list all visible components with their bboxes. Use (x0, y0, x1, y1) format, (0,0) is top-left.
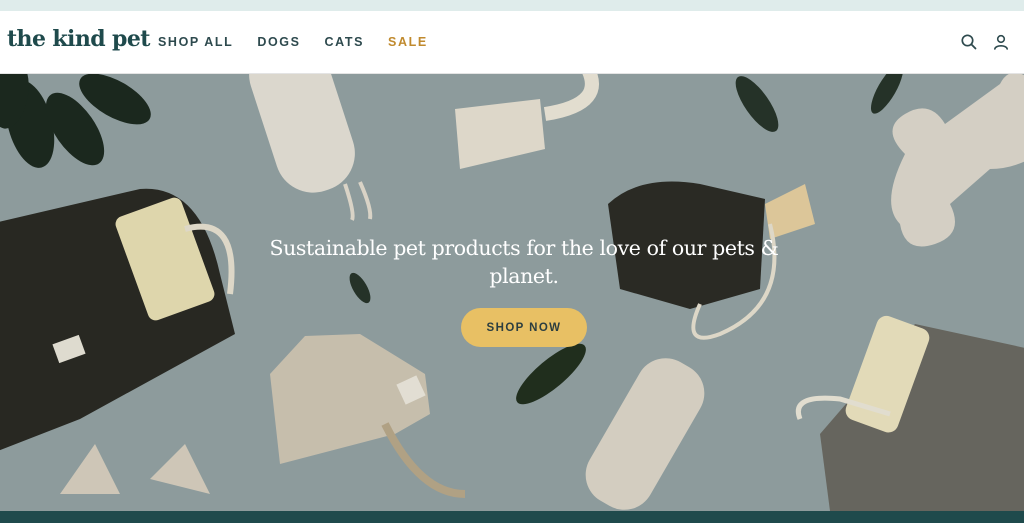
logo[interactable]: the kind pet (7, 26, 150, 52)
main-nav: SHOP ALL DOGS CATS SALE (158, 35, 452, 49)
announcement-bar (0, 0, 1024, 11)
account-icon[interactable] (992, 33, 1010, 51)
nav-sale[interactable]: SALE (388, 35, 428, 49)
nav-dogs[interactable]: DOGS (257, 35, 300, 49)
nav-cats[interactable]: CATS (325, 35, 365, 49)
search-icon[interactable] (960, 33, 978, 51)
hero-heading: Sustainable pet products for the love of… (269, 236, 779, 288)
section-divider (0, 511, 1024, 523)
hero-banner: Sustainable pet products for the love of… (0, 74, 1024, 511)
hero-product-image (0, 74, 1024, 511)
shop-now-button[interactable]: SHOP NOW (461, 308, 587, 347)
nav-shop-all[interactable]: SHOP ALL (158, 35, 233, 49)
site-header: the kind pet SHOP ALL DOGS CATS SALE (0, 11, 1024, 74)
